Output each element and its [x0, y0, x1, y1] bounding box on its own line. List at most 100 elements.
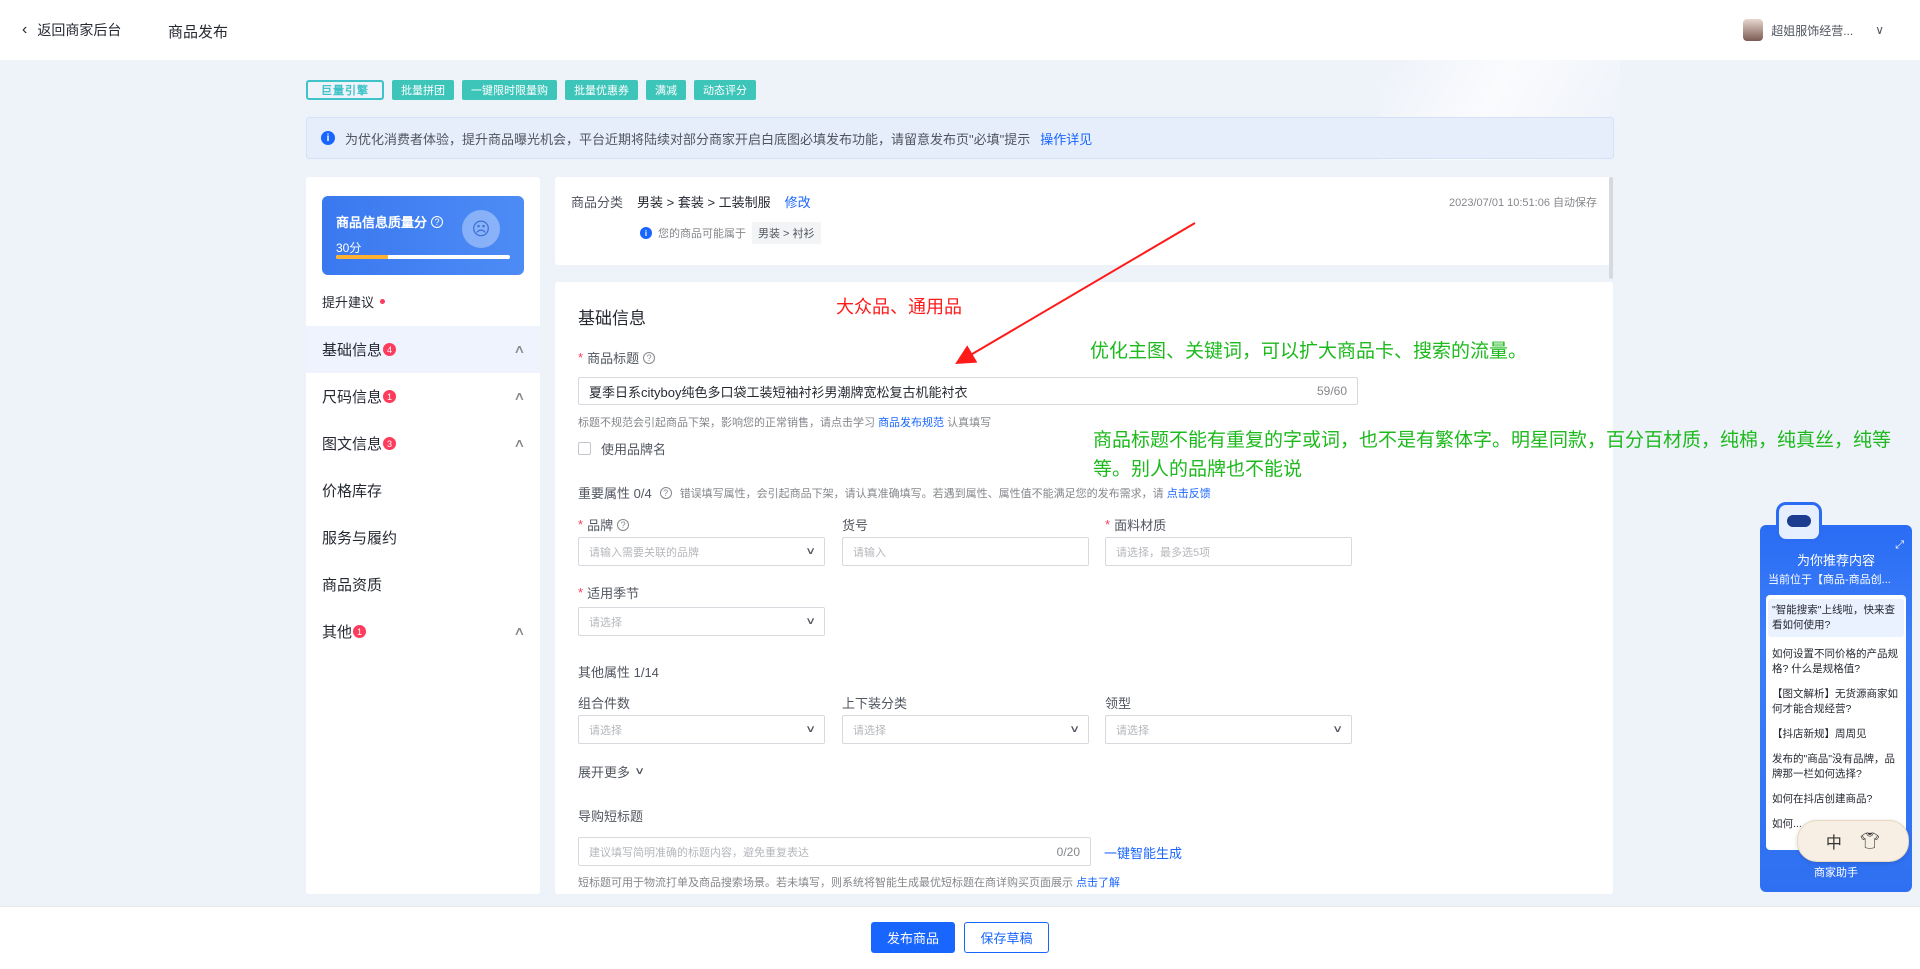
combo-select[interactable]: 请选择 ∨	[578, 715, 825, 744]
sidebar-item-qualification[interactable]: 商品资质	[306, 561, 540, 608]
suggest-label: 提升建议	[322, 295, 375, 310]
help-icon[interactable]: ?	[431, 215, 444, 228]
chevron-down-icon: ∨	[804, 724, 816, 735]
chevron-up-icon: ∧	[513, 436, 526, 450]
score-progress-fill	[336, 255, 389, 259]
assistant-question[interactable]: 如何设置不同价格的产品规格? 什么是规格值?	[1772, 647, 1900, 677]
fabric-select[interactable]: 请选择，最多选5项	[1105, 537, 1352, 566]
chevron-down-icon: ∨	[1875, 23, 1884, 37]
shop-switcher[interactable]: 超姐服饰经营... ∨	[1743, 19, 1884, 41]
title-hint-tail: 认真填写	[947, 417, 992, 429]
help-icon[interactable]: ?	[643, 351, 656, 364]
publish-rules-link[interactable]: 商品发布规范	[878, 417, 944, 429]
robot-mascot-icon[interactable]	[1776, 502, 1822, 542]
sidebar-item-other[interactable]: 其他 1 ∧	[306, 608, 540, 655]
basic-info-form: 基础信息 * 商品标题 ? 夏季日系cityboy纯色多口袋工装短袖衬衫男潮牌宽…	[555, 282, 1613, 894]
collar-select[interactable]: 请选择 ∨	[1105, 715, 1352, 744]
assistant-question[interactable]: 如何在抖店创建商品?	[1772, 792, 1900, 807]
required-mark: *	[578, 350, 584, 365]
sku-input[interactable]: 请输入	[842, 537, 1089, 566]
sidebar-item-label: 商品资质	[322, 577, 383, 594]
title-char-count: 59/60	[1316, 384, 1347, 398]
count-badge: 3	[383, 437, 397, 450]
short-title-input[interactable]: 建议填写简明准确的标题内容，避免重复表达 0/20	[578, 837, 1091, 866]
category-row: 商品分类 男装 > 套装 > 工装制服 修改	[571, 192, 811, 211]
category-edit-link[interactable]: 修改	[785, 192, 811, 211]
combo-label-text: 组合件数	[578, 696, 631, 711]
back-button[interactable]: ‹ 返回商家后台	[22, 20, 121, 40]
expand-more-button[interactable]: 展开更多 ∨	[578, 762, 646, 781]
expand-more-label: 展开更多	[578, 765, 631, 780]
feedback-link[interactable]: 点击反馈	[1167, 488, 1211, 500]
ime-lang-indicator[interactable]: 中	[1826, 829, 1842, 853]
title-label-text: 商品标题	[587, 351, 640, 366]
title-hint-text: 标题不规范会引起商品下架，影响您的正常销售，请点击学习	[578, 417, 875, 429]
notice-bar: i 为优化消费者体验，提升商品曝光机会，平台近期将陆续对部分商家开启白底图必填发…	[306, 117, 1614, 159]
chevron-down-icon: ∨	[804, 546, 816, 557]
promo-tag-rating[interactable]: 动态评分	[694, 80, 756, 100]
improve-suggestion[interactable]: 提升建议	[322, 292, 386, 311]
chevron-down-icon: ∨	[634, 766, 646, 777]
promo-tag-flash-sale[interactable]: 一键限时限量购	[462, 80, 557, 100]
fabric-label: * 面料材质	[1105, 515, 1166, 534]
chevron-up-icon: ∧	[513, 389, 526, 403]
short-title-hint: 短标题可用于物流打单及商品搜索场景。若未填写，则系统将智能生成最优短标题在商详购…	[578, 874, 1120, 890]
assistant-question[interactable]: 【抖店新规】周周见	[1772, 727, 1900, 742]
help-icon[interactable]: ?	[617, 518, 630, 531]
save-draft-button[interactable]: 保存草稿	[964, 922, 1049, 953]
short-title-label: 导购短标题	[578, 806, 643, 825]
brand-label: * 品牌 ?	[578, 515, 630, 534]
sku-label-text: 货号	[842, 518, 869, 533]
fabric-label-text: 面料材质	[1114, 518, 1167, 533]
assistant-title: 为你推荐内容	[1796, 553, 1875, 568]
suggested-category-chip[interactable]: 男装 > 衬衫	[752, 222, 821, 244]
ime-toolbar[interactable]: 中 👕︎	[1797, 820, 1909, 862]
sidebar-item-image-text[interactable]: 图文信息 3 ∧	[306, 420, 540, 467]
use-brand-label: 使用品牌名	[601, 442, 667, 457]
sidebar-item-size-info[interactable]: 尺码信息 1 ∧	[306, 373, 540, 420]
quality-score-card[interactable]: 商品信息质量分 ? 30分 ☹	[322, 196, 524, 275]
collar-label-text: 领型	[1105, 696, 1132, 711]
assistant-question[interactable]: 【图文解析】无货源商家如何才能合规经营?	[1772, 687, 1900, 717]
publish-button[interactable]: 发布商品	[871, 922, 955, 953]
shirt-icon[interactable]: 👕︎	[1860, 831, 1880, 851]
sidebar-item-price-stock[interactable]: 价格库存	[306, 467, 540, 514]
checkbox-box[interactable]	[578, 442, 591, 455]
score-progress-bar	[336, 255, 510, 259]
promo-bar: 巨量引擎 批量拼团 一键限时限量购 批量优惠券 满减 动态评分	[306, 80, 756, 100]
chevron-down-icon: ∨	[804, 616, 816, 627]
sidebar-item-label: 图文信息	[322, 436, 383, 453]
sidebar-item-service[interactable]: 服务与履约	[306, 514, 540, 561]
category-label: 商品分类	[571, 195, 624, 210]
scrollbar[interactable]	[1609, 177, 1613, 279]
season-label: * 适用季节	[578, 583, 639, 602]
annotation-red: 大众品、通用品	[836, 297, 962, 318]
important-hint-text: 错误填写属性，会引起商品下架，请认真准确填写。若遇到属性、属性值不能满足您的发布…	[679, 487, 1164, 500]
assistant-footer[interactable]: 商家助手	[1760, 864, 1912, 880]
product-title-input[interactable]: 夏季日系cityboy纯色多口袋工装短袖衬衫男潮牌宽松复古机能衬衣 59/60	[578, 377, 1358, 405]
updown-label-text: 上下装分类	[842, 696, 908, 711]
notice-link[interactable]: 操作详见	[1040, 129, 1092, 148]
smart-generate-button[interactable]: 一键智能生成	[1104, 843, 1182, 862]
fabric-placeholder: 请选择，最多选5项	[1116, 546, 1211, 559]
sidebar-item-basic-info[interactable]: 基础信息 4 ∧	[306, 326, 540, 373]
promo-tag-discount[interactable]: 满减	[646, 80, 686, 100]
assistant-subtitle: 当前位于【商品-商品创...	[1768, 574, 1891, 586]
assistant-question[interactable]: 发布的"商品"没有品牌，品牌那一栏如何选择?	[1772, 752, 1900, 782]
promo-tag-group-buy[interactable]: 批量拼团	[392, 80, 454, 100]
info-icon: i	[640, 227, 652, 239]
sidebar-item-label: 尺码信息	[322, 389, 383, 406]
category-path: 男装 > 套装 > 工装制服	[637, 195, 771, 210]
season-select[interactable]: 请选择 ∨	[578, 607, 825, 636]
use-brand-checkbox[interactable]: 使用品牌名	[578, 439, 666, 458]
brand-select[interactable]: 请输入需要关联的品牌 ∨	[578, 537, 825, 566]
chevron-left-icon: ‹	[22, 21, 28, 38]
promo-tag-coupon[interactable]: 批量优惠券	[565, 80, 638, 100]
help-icon[interactable]: ?	[659, 486, 672, 499]
important-attrs-label: 重要属性 0/4	[578, 486, 652, 501]
learn-more-link[interactable]: 点击了解	[1076, 877, 1120, 889]
sku-placeholder: 请输入	[853, 546, 886, 559]
updown-select[interactable]: 请选择 ∨	[842, 715, 1089, 744]
combo-label: 组合件数	[578, 693, 630, 712]
assistant-question[interactable]: "智能搜索"上线啦，快来查看如何使用?	[1768, 599, 1904, 637]
